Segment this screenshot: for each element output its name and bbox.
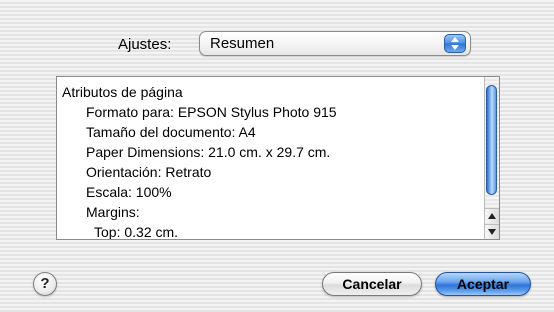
- settings-label: Ajustes:: [118, 36, 172, 53]
- summary-content: Atributos de página Formato para: EPSON …: [62, 82, 482, 240]
- summary-line-format: Formato para: EPSON Stylus Photo 915: [86, 104, 337, 120]
- summary-line-margin-top: Top: 0.32 cm.: [94, 224, 179, 240]
- help-icon: ?: [40, 275, 50, 292]
- summary-line-scale: Escala: 100%: [86, 184, 172, 200]
- summary-line-orientation: Orientación: Retrato: [86, 164, 212, 180]
- summary-line-margins: Margins:: [86, 204, 140, 220]
- scroll-thumb[interactable]: [486, 85, 497, 195]
- cancel-button[interactable]: Cancelar: [322, 272, 422, 296]
- summary-line-dimensions: Paper Dimensions: 21.0 cm. x 29.7 cm.: [86, 144, 331, 160]
- scroll-down-button[interactable]: [485, 224, 499, 239]
- summary-heading: Atributos de página: [62, 84, 183, 100]
- settings-popup[interactable]: Resumen: [199, 31, 471, 56]
- summary-list[interactable]: Atributos de página Formato para: EPSON …: [56, 76, 500, 240]
- scroll-up-button[interactable]: [485, 208, 499, 223]
- help-button[interactable]: ?: [33, 272, 57, 296]
- scroll-up-arrow-icon: [488, 213, 496, 219]
- accept-button[interactable]: Aceptar: [435, 272, 531, 296]
- scroll-down-arrow-icon: [488, 229, 496, 235]
- summary-line-paper-size: Tamaño del documento: A4: [86, 124, 256, 140]
- vertical-scrollbar[interactable]: [484, 77, 499, 239]
- settings-popup-value: Resumen: [210, 35, 275, 52]
- page-setup-dialog: Ajustes: Resumen Atributos de página For…: [0, 0, 554, 312]
- up-down-arrows-icon: [444, 34, 466, 53]
